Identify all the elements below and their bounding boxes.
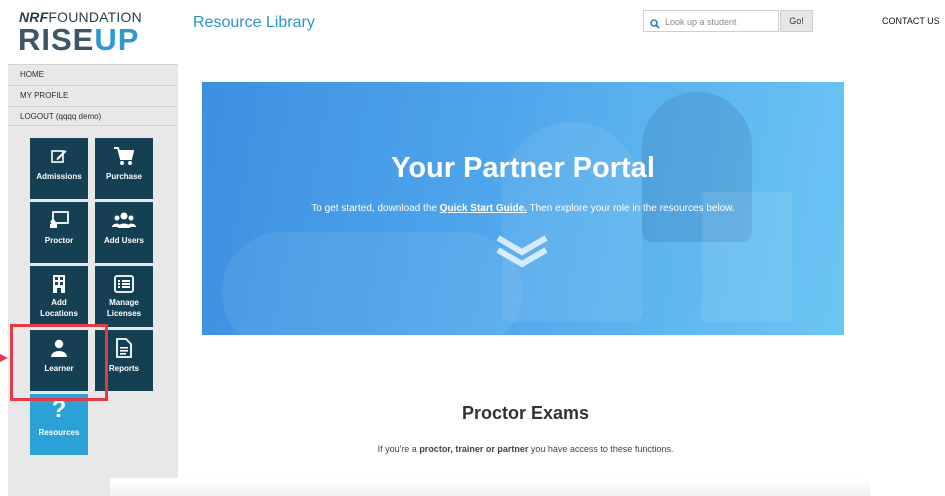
content-divider xyxy=(110,478,870,496)
quick-start-guide-link[interactable]: Quick Start Guide. xyxy=(440,203,527,214)
tile-label: Resources xyxy=(38,428,80,437)
hero-subtitle: To get started, download the Quick Start… xyxy=(311,203,735,214)
tile-label: Manage Licenses xyxy=(106,298,142,318)
nav-logout[interactable]: LOGOUT (qqqq demo) xyxy=(8,106,178,126)
users-icon xyxy=(95,210,153,230)
nav-home[interactable]: HOME xyxy=(8,64,178,84)
tile-label: Add Users xyxy=(103,236,144,245)
hero-title: Your Partner Portal xyxy=(391,152,655,184)
tile-label: Purchase xyxy=(105,172,143,181)
building-icon xyxy=(30,274,88,294)
tile-proctor[interactable]: Proctor xyxy=(30,202,88,263)
tile-add-users[interactable]: Add Users xyxy=(95,202,153,263)
section-subtitle: If you're a proctor, trainer or partner … xyxy=(377,444,674,454)
go-button[interactable]: Go! xyxy=(780,10,813,32)
hero-banner: Your Partner Portal To get started, down… xyxy=(202,82,844,335)
arrow-pointer-icon xyxy=(0,354,8,362)
section-title: Proctor Exams xyxy=(461,403,590,423)
hero-bg-shape xyxy=(222,232,522,335)
presentation-icon xyxy=(30,210,88,230)
tile-add-locations[interactable]: Add Locations xyxy=(30,266,88,327)
search-box[interactable] xyxy=(643,10,779,32)
highlight-box xyxy=(10,324,108,401)
logo[interactable]: NRFFOUNDATION RISEUP xyxy=(8,0,178,64)
list-icon xyxy=(95,274,153,294)
tile-label: Proctor xyxy=(44,236,74,245)
student-search-input[interactable] xyxy=(663,13,779,31)
tile-manage-licenses[interactable]: Manage Licenses xyxy=(95,266,153,327)
logo-riseup: RISEUP xyxy=(18,22,140,57)
page-title: Resource Library xyxy=(193,14,315,31)
nav-my-profile[interactable]: MY PROFILE xyxy=(8,85,178,105)
chevron-down-icon[interactable] xyxy=(494,234,550,275)
contact-us-link[interactable]: CONTACT US xyxy=(882,16,940,26)
tile-label: Add Locations xyxy=(40,298,78,318)
tile-purchase[interactable]: Purchase xyxy=(95,138,153,199)
cart-icon xyxy=(95,146,153,166)
tile-label: Admissions xyxy=(36,172,82,181)
edit-icon xyxy=(30,146,88,166)
tile-admissions[interactable]: Admissions xyxy=(30,138,88,199)
search-icon xyxy=(650,16,660,34)
